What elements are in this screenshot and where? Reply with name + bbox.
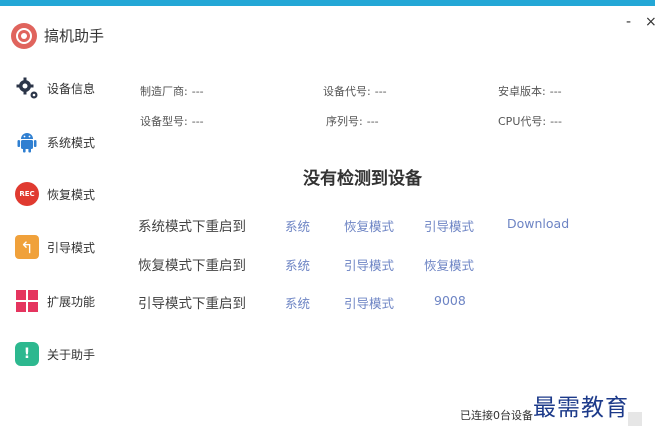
android-icon: [15, 130, 39, 154]
sidebar-item-device-info[interactable]: 设备信息: [0, 68, 115, 108]
app-header: 搞机助手 - ×: [0, 6, 655, 58]
model-field: 设备型号: ---: [140, 113, 204, 129]
sidebar-item-label: 系统模式: [47, 136, 96, 150]
sidebar-item-label: 引导模式: [47, 241, 96, 255]
sidebar-item-extensions[interactable]: 扩展功能: [0, 281, 115, 321]
cpu-code-field: CPU代号: ---: [498, 113, 562, 129]
reboot-system-button[interactable]: 系统: [285, 216, 310, 235]
no-device-message: 没有检测到设备: [303, 169, 422, 189]
manufacturer-label: 制造厂商:: [140, 85, 188, 98]
reboot-9008-button[interactable]: 9008: [434, 293, 466, 308]
model-value: ---: [191, 115, 204, 128]
reboot-bootloader-button[interactable]: 引导模式: [344, 293, 394, 312]
reboot-recovery-button[interactable]: 恢复模式: [424, 255, 474, 274]
android-version-field: 安卓版本: ---: [498, 83, 562, 99]
reboot-row-label: 系统模式下重启到: [138, 219, 246, 235]
reboot-download-button[interactable]: Download: [507, 216, 569, 231]
cpu-code-label: CPU代号:: [498, 115, 547, 128]
connection-status: 已连接0台设备: [460, 409, 533, 422]
reboot-bootloader-button[interactable]: 引导模式: [424, 216, 474, 235]
serial-label: 序列号:: [326, 115, 363, 128]
app-logo-icon: [11, 23, 37, 49]
device-code-field: 设备代号: ---: [323, 83, 387, 99]
resize-grip[interactable]: [628, 412, 642, 426]
rec-icon: REC: [15, 182, 39, 206]
manufacturer-field: 制造厂商: ---: [140, 83, 204, 99]
reboot-recovery-button[interactable]: 恢复模式: [344, 216, 394, 235]
grid-icon: [15, 289, 39, 313]
android-version-label: 安卓版本:: [498, 85, 546, 98]
sidebar-item-label: 恢复模式: [47, 188, 96, 202]
reboot-system-button[interactable]: 系统: [285, 293, 310, 312]
manufacturer-value: ---: [191, 85, 204, 98]
info-icon: !: [15, 342, 39, 366]
cpu-code-value: ---: [550, 115, 562, 128]
watermark-text: 最需教育: [533, 395, 629, 421]
sidebar-item-bootloader-mode[interactable]: ↰ 引导模式: [0, 227, 115, 267]
minimize-button[interactable]: -: [626, 14, 631, 30]
model-label: 设备型号:: [140, 115, 188, 128]
sidebar-item-recovery-mode[interactable]: REC 恢复模式: [0, 174, 115, 214]
device-code-value: ---: [374, 85, 387, 98]
return-arrow-icon: ↰: [15, 235, 39, 259]
sidebar-item-system-mode[interactable]: 系统模式: [0, 122, 115, 162]
sidebar-item-label: 关于助手: [47, 348, 96, 362]
reboot-row-label: 引导模式下重启到: [138, 296, 246, 312]
app-title: 搞机助手: [44, 27, 105, 45]
serial-field: 序列号: ---: [326, 113, 379, 129]
gear-icon: [15, 76, 39, 100]
device-code-label: 设备代号:: [323, 85, 371, 98]
sidebar: 设备信息 系统模式 REC 恢复模式 ↰ 引导模式 扩展功能 ! 关于助手: [0, 60, 115, 434]
reboot-row-label: 恢复模式下重启到: [138, 258, 246, 274]
sidebar-item-about[interactable]: ! 关于助手: [0, 334, 115, 374]
sidebar-item-label: 设备信息: [47, 82, 96, 96]
android-version-value: ---: [549, 85, 562, 98]
reboot-system-button[interactable]: 系统: [285, 255, 310, 274]
serial-value: ---: [366, 115, 379, 128]
sidebar-item-label: 扩展功能: [47, 295, 96, 309]
close-button[interactable]: ×: [645, 14, 655, 30]
reboot-bootloader-button[interactable]: 引导模式: [344, 255, 394, 274]
